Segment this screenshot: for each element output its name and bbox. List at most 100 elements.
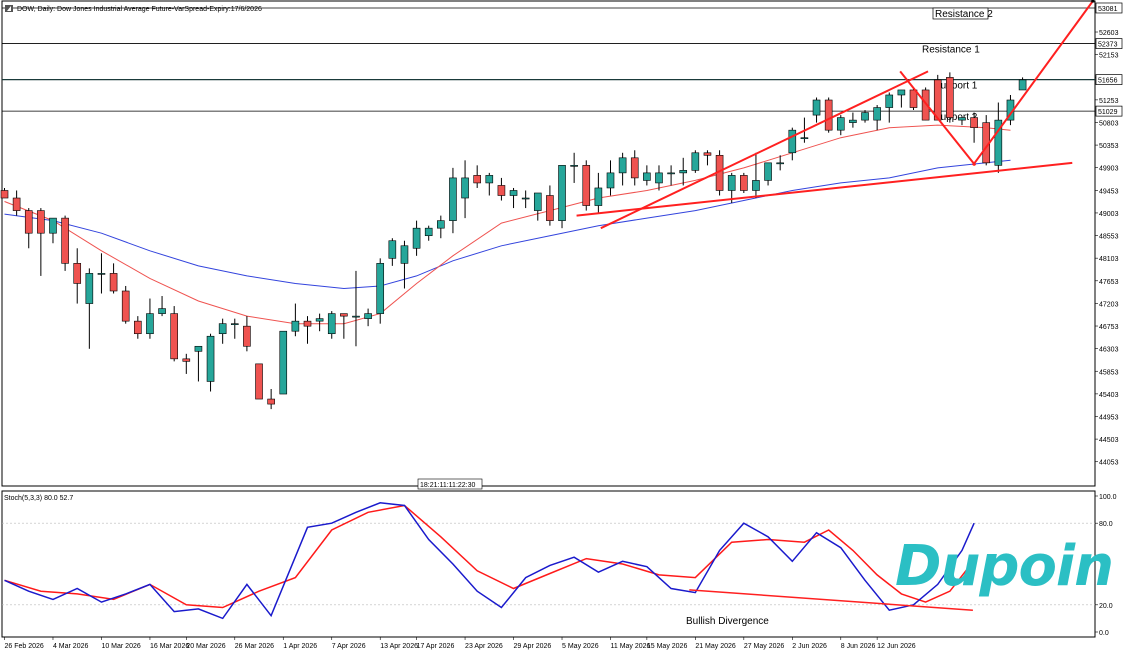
candle-body: [727, 175, 736, 191]
candle-body: [400, 245, 409, 264]
date-tick-label: 8 Jun 2026: [841, 643, 876, 650]
candle-body: [582, 165, 591, 206]
candle-body: [546, 195, 554, 221]
date-tick-label: 2 Jun 2026: [792, 643, 827, 650]
candle-body: [691, 152, 700, 171]
price-tick-label: 49003: [1099, 211, 1119, 218]
date-tick-label: 12 Jun 2026: [877, 643, 916, 650]
candle-body: [24, 210, 33, 234]
candle-body: [388, 240, 397, 259]
candle-body: [255, 363, 263, 400]
main-chart-frame: [1, 0, 1096, 487]
price-label: 53081: [1098, 6, 1118, 13]
level-label: Resistance 2: [935, 9, 993, 20]
candle-body: [958, 117, 966, 121]
candle-body: [861, 112, 869, 121]
candle-body: [327, 313, 336, 335]
candle: [824, 97, 833, 133]
trendline-anchor[interactable]: [1091, 0, 1095, 3]
date-tick-label: 5 May 2026: [562, 643, 599, 650]
date-tick-label: 20 Mar 2026: [186, 643, 225, 650]
candle-body: [618, 157, 627, 174]
price-tick-label: 48553: [1099, 234, 1119, 241]
candle-body: [303, 320, 312, 327]
date-tick-label: 15 May 2026: [647, 643, 688, 650]
date-tick-label: 26 Mar 2026: [235, 643, 274, 650]
date-tick-label: 29 Apr 2026: [514, 643, 552, 650]
time-axis: 26 Feb 2026 4 Mar 2026 10 Mar 2026 16 Mar 2…: [4, 637, 916, 650]
candle-body: [509, 190, 518, 196]
candle-body: [121, 290, 130, 322]
candle-body: [218, 323, 227, 335]
candle-body: [594, 187, 603, 206]
candle-body: [485, 175, 494, 184]
candle: [255, 363, 263, 400]
candle-body: [230, 323, 239, 325]
candle-body: [606, 172, 615, 189]
candle: [982, 115, 991, 166]
level-label: Resistance 1: [922, 45, 980, 56]
candle-body: [558, 165, 566, 221]
candle: [740, 172, 748, 193]
time-marker: 18:21:11:11:22:30: [420, 482, 476, 489]
candle-body: [243, 325, 251, 347]
candle: [376, 258, 385, 324]
candle-body: [134, 320, 142, 335]
stoch-tick-label: 80.0: [1099, 521, 1113, 528]
price-tick-label: 49903: [1099, 166, 1119, 173]
candle-body: [776, 162, 784, 165]
trading-chart[interactable]: 5260352153517035125350803503534990349453…: [0, 0, 1123, 651]
candle-body: [849, 119, 857, 123]
candle: [558, 165, 566, 229]
price-tick-label: 52153: [1099, 53, 1119, 60]
date-tick-label: 26 Feb 2026: [5, 643, 44, 650]
price-tick-label: 47203: [1099, 301, 1119, 308]
date-tick-label: 7 Apr 2026: [332, 643, 366, 650]
candle-body: [49, 217, 57, 234]
candle-body: [352, 315, 360, 318]
candle-body: [37, 210, 45, 234]
candle-body: [703, 152, 712, 156]
candle-body: [194, 345, 203, 352]
symbol-header: DOW, Daily: Dow Jones Industrial Average…: [5, 5, 262, 13]
dupoin-logo-text: Dupoin: [895, 534, 1113, 599]
stoch-tick-label: 0.0: [1099, 630, 1109, 637]
candle-body: [364, 313, 372, 319]
candle-body: [206, 335, 215, 382]
candle-body: [873, 107, 881, 121]
candle-body: [752, 180, 760, 191]
price-label: 52373: [1098, 42, 1118, 49]
candle: [582, 160, 591, 211]
candle: [170, 306, 178, 362]
date-tick-label: 10 Mar 2026: [101, 643, 140, 650]
date-tick-label: 17 Apr 2026: [417, 643, 455, 650]
candle-body: [279, 330, 288, 395]
candle: [691, 150, 700, 173]
candle-body: [97, 273, 106, 275]
candle-body: [643, 172, 651, 181]
bullish-divergence-label: Bullish Divergence: [686, 616, 769, 627]
candle-body: [497, 185, 506, 196]
price-tick-label: 46303: [1099, 347, 1119, 354]
candle: [61, 215, 69, 271]
candle-body: [170, 313, 178, 360]
candle-body: [630, 157, 639, 179]
candle-body: [836, 117, 845, 131]
candle-body: [885, 94, 894, 108]
candle-body: [291, 320, 300, 332]
date-tick-label: 4 Mar 2026: [53, 643, 89, 650]
price-tick-label: 45403: [1099, 392, 1119, 399]
candle-body: [521, 197, 530, 200]
candle-body: [437, 220, 445, 229]
date-tick-label: 27 May 2026: [744, 643, 785, 650]
dupoin-logo: Dupoin: [895, 534, 1114, 599]
stoch-tick-label: 100.0: [1099, 494, 1117, 501]
candle-body: [182, 358, 191, 362]
candle-body: [824, 99, 833, 131]
price-tick-label: 44953: [1099, 414, 1119, 421]
price-axis: 5260352153517035125350803503534990349453…: [1095, 30, 1119, 467]
candle: [946, 72, 954, 123]
candle-body: [655, 172, 663, 184]
date-tick-label: 23 Apr 2026: [465, 643, 503, 650]
price-tick-label: 48103: [1099, 256, 1119, 263]
